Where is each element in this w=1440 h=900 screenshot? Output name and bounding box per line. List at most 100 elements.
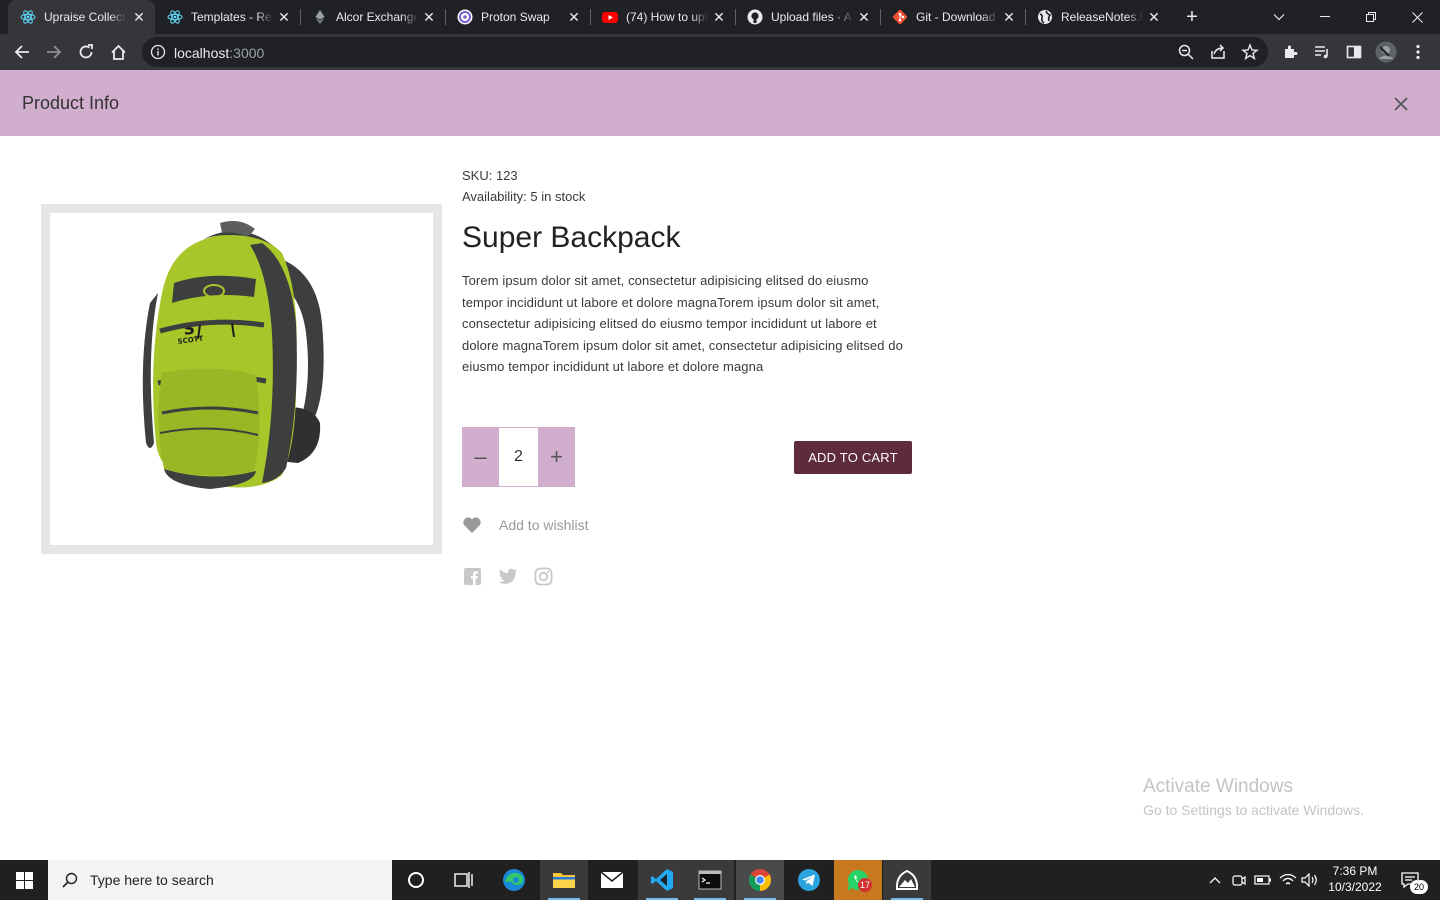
social-share-links xyxy=(463,567,553,591)
close-tab-icon[interactable]: ✕ xyxy=(1001,9,1017,25)
chrome-icon[interactable] xyxy=(736,860,784,900)
watermark-title: Activate Windows xyxy=(1143,776,1293,797)
whatsapp-icon[interactable]: 17 xyxy=(834,860,882,900)
tab-templates[interactable]: Templates - Rea ✕ xyxy=(155,0,300,34)
minimize-icon[interactable] xyxy=(1302,0,1348,34)
tab-release-notes[interactable]: ReleaseNotes.h ✕ xyxy=(1025,0,1170,34)
tab-search-icon[interactable] xyxy=(1256,0,1302,34)
tab-title: Proton Swap xyxy=(481,10,550,24)
site-info-icon[interactable] xyxy=(150,44,166,60)
share-icon[interactable] xyxy=(1209,43,1227,61)
close-tab-icon[interactable]: ✕ xyxy=(1146,9,1162,25)
terminal-icon[interactable] xyxy=(686,860,734,900)
media-queue-icon[interactable] xyxy=(1308,38,1336,66)
system-clock[interactable]: 7:36 PM 10/3/2022 xyxy=(1328,863,1382,895)
tab-github-upload[interactable]: Upload files · A ✕ xyxy=(735,0,880,34)
tab-git-download[interactable]: Git - Download ✕ xyxy=(880,0,1025,34)
tab-alcor[interactable]: Alcor Exchange ✕ xyxy=(300,0,445,34)
twitter-icon[interactable] xyxy=(498,567,518,591)
edge-icon[interactable] xyxy=(490,860,538,900)
add-to-wishlist-link[interactable]: Add to wishlist xyxy=(462,516,588,534)
product-title: Super Backpack xyxy=(462,221,681,254)
battery-icon[interactable] xyxy=(1253,860,1273,900)
close-window-icon[interactable] xyxy=(1394,0,1440,34)
tab-title: Upraise Collecti xyxy=(44,10,126,24)
product-description: Torem ipsum dolor sit amet, consectetur … xyxy=(462,273,903,374)
taskbar-search-box[interactable]: Type here to search xyxy=(48,860,392,900)
availability-text: Availability: 5 in stock xyxy=(462,189,586,204)
github-icon xyxy=(747,9,763,25)
tab-title: Templates - Rea xyxy=(191,10,273,24)
close-tab-icon[interactable]: ✕ xyxy=(711,9,727,25)
instagram-icon[interactable] xyxy=(534,567,553,591)
proton-icon xyxy=(457,9,473,25)
ethereum-icon xyxy=(312,9,328,25)
search-placeholder: Type here to search xyxy=(90,872,214,888)
close-tab-icon[interactable]: ✕ xyxy=(131,9,147,25)
profile-avatar[interactable] xyxy=(1372,38,1400,66)
bookmark-star-icon[interactable] xyxy=(1241,43,1259,61)
restore-icon[interactable] xyxy=(1348,0,1394,34)
clock-time: 7:36 PM xyxy=(1332,864,1378,878)
meet-now-icon[interactable] xyxy=(1229,860,1249,900)
product-image-frame: S SCOTT xyxy=(41,204,442,554)
tab-proton-swap[interactable]: Proton Swap ✕ xyxy=(445,0,590,34)
product-info-header: Product Info xyxy=(0,70,1440,136)
task-view-icon[interactable] xyxy=(440,860,488,900)
extensions-icon[interactable] xyxy=(1276,38,1304,66)
volume-icon[interactable] xyxy=(1299,860,1321,900)
address-bar[interactable]: localhost:3000 xyxy=(142,37,1268,67)
quantity-value[interactable]: 2 xyxy=(499,427,538,487)
home-icon[interactable] xyxy=(104,38,132,66)
close-tab-icon[interactable]: ✕ xyxy=(566,9,582,25)
git-icon xyxy=(892,9,908,25)
quantity-stepper: – 2 + xyxy=(462,427,575,487)
reload-icon[interactable] xyxy=(72,38,100,66)
heart-icon xyxy=(463,517,481,533)
whatsapp-badge: 17 xyxy=(858,878,872,892)
facebook-icon[interactable] xyxy=(463,567,482,591)
telegram-icon[interactable] xyxy=(785,860,833,900)
forward-icon[interactable] xyxy=(40,38,68,66)
photos-icon[interactable] xyxy=(883,860,931,900)
react-icon xyxy=(167,9,183,25)
product-image: S SCOTT xyxy=(50,213,433,545)
increment-button[interactable]: + xyxy=(538,427,575,487)
zoom-icon[interactable] xyxy=(1177,43,1195,61)
close-tab-icon[interactable]: ✕ xyxy=(421,9,437,25)
browser-tab-strip: Upraise Collecti ✕ Templates - Rea ✕ Alc… xyxy=(0,0,1440,34)
cortana-icon[interactable] xyxy=(392,860,440,900)
new-tab-icon[interactable]: + xyxy=(1180,5,1204,29)
backpack-illustration: S SCOTT xyxy=(142,221,324,489)
close-tab-icon[interactable]: ✕ xyxy=(856,9,872,25)
mail-icon[interactable] xyxy=(588,860,636,900)
close-tab-icon[interactable]: ✕ xyxy=(276,9,292,25)
notification-count: 20 xyxy=(1410,880,1428,894)
back-icon[interactable] xyxy=(8,38,36,66)
add-to-cart-button[interactable]: ADD TO CART xyxy=(794,441,912,474)
file-explorer-icon[interactable] xyxy=(540,860,588,900)
window-controls xyxy=(1256,0,1440,34)
chrome-menu-icon[interactable] xyxy=(1404,38,1432,66)
notification-center-icon[interactable]: 20 xyxy=(1390,860,1430,900)
wifi-icon[interactable] xyxy=(1277,860,1299,900)
tab-youtube[interactable]: (74) How to upl ✕ xyxy=(590,0,735,34)
tab-title: Alcor Exchange xyxy=(336,10,418,24)
tab-title: ReleaseNotes.h xyxy=(1061,10,1143,24)
tab-title: Upload files · A xyxy=(771,10,852,24)
show-hidden-icons-icon[interactable] xyxy=(1205,860,1225,900)
page-title: Product Info xyxy=(22,93,120,113)
url-text: localhost:3000 xyxy=(174,45,264,61)
search-icon xyxy=(62,872,78,888)
tab-upraise[interactable]: Upraise Collecti ✕ xyxy=(8,0,155,34)
windows-start-icon[interactable] xyxy=(0,860,48,900)
side-panel-icon[interactable] xyxy=(1340,38,1368,66)
globe-icon xyxy=(1037,9,1053,25)
watermark-subtitle: Go to Settings to activate Windows. xyxy=(1143,802,1364,818)
vscode-icon[interactable] xyxy=(638,860,686,900)
activate-windows-watermark: Activate Windows Go to Settings to activ… xyxy=(1143,776,1364,818)
sku-text: SKU: 123 xyxy=(462,168,518,183)
decrement-button[interactable]: – xyxy=(462,427,499,487)
windows-taskbar: Type here to search 17 7:36 PM 10/3/2022… xyxy=(0,860,1440,900)
close-icon[interactable] xyxy=(1392,95,1410,113)
